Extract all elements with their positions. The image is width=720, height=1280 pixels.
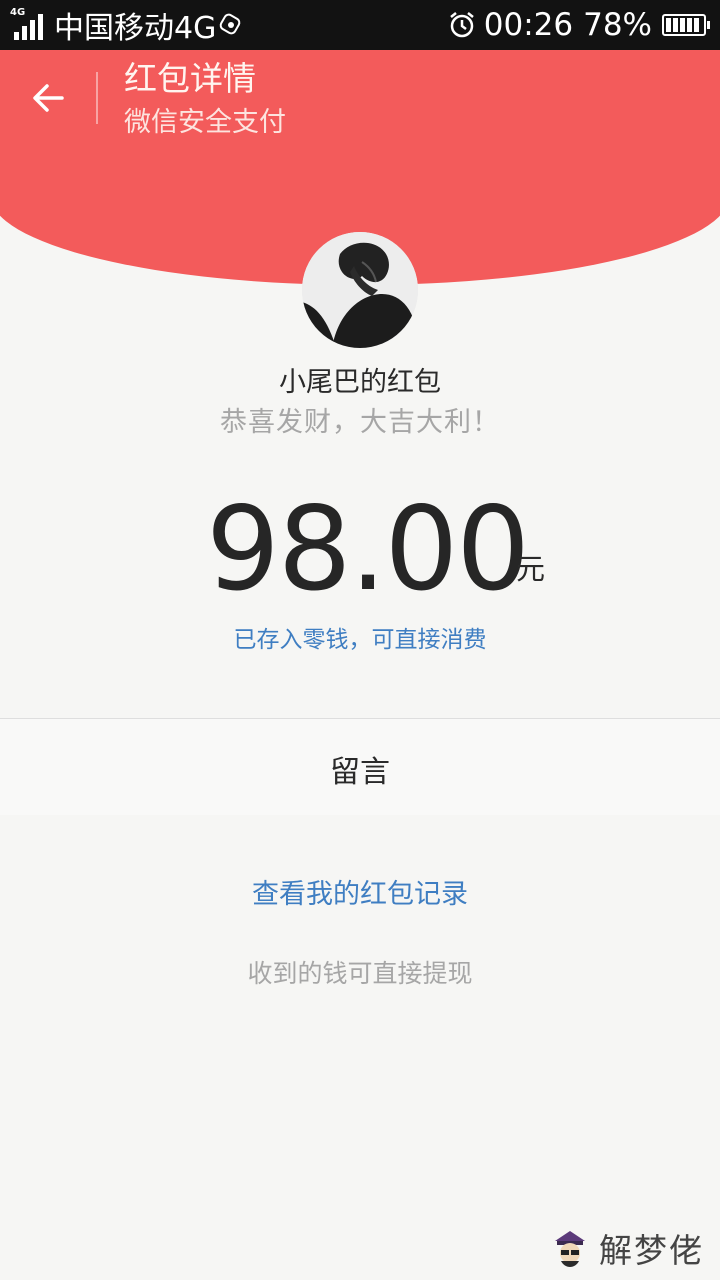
avatar[interactable] xyxy=(302,232,418,348)
message-label: 留言 xyxy=(330,755,390,790)
battery-percent: 78% xyxy=(583,7,652,43)
page-subtitle: 微信安全支付 xyxy=(124,107,286,138)
watermark-logo-icon xyxy=(555,1231,585,1267)
balance-link[interactable]: 已存入零钱，可直接消费 xyxy=(0,620,720,654)
greeting-text: 恭喜发财，大吉大利！ xyxy=(220,407,500,438)
alarm-icon xyxy=(449,12,474,38)
header: 红包详情 微信安全支付 xyxy=(0,50,720,150)
page-title: 红包详情 xyxy=(124,59,256,98)
battery-icon xyxy=(662,14,710,36)
watermark-text: 解梦佬 xyxy=(599,1231,704,1270)
amount-row: 98.00 元 xyxy=(0,490,720,610)
status-bar: 4G 中国移动4G 00:26 78% xyxy=(0,0,720,50)
watermark: 解梦佬 xyxy=(547,1224,704,1272)
view-records-link[interactable]: 查看我的红包记录 xyxy=(0,872,720,911)
back-arrow-icon[interactable] xyxy=(28,78,68,118)
amount-unit: 元 xyxy=(516,552,546,586)
message-button[interactable]: 留言 xyxy=(0,719,720,815)
signal-icon: 4G xyxy=(10,8,44,42)
carrier-name: 中国移动4G xyxy=(54,11,217,46)
amount-value: 98.00 xyxy=(206,482,530,617)
header-divider xyxy=(96,72,98,124)
hotspot-icon xyxy=(220,14,242,36)
sender-name: 小尾巴的红包 xyxy=(279,367,441,398)
clock: 00:26 xyxy=(483,7,574,43)
withdraw-note: 收到的钱可直接提现 xyxy=(247,959,473,988)
